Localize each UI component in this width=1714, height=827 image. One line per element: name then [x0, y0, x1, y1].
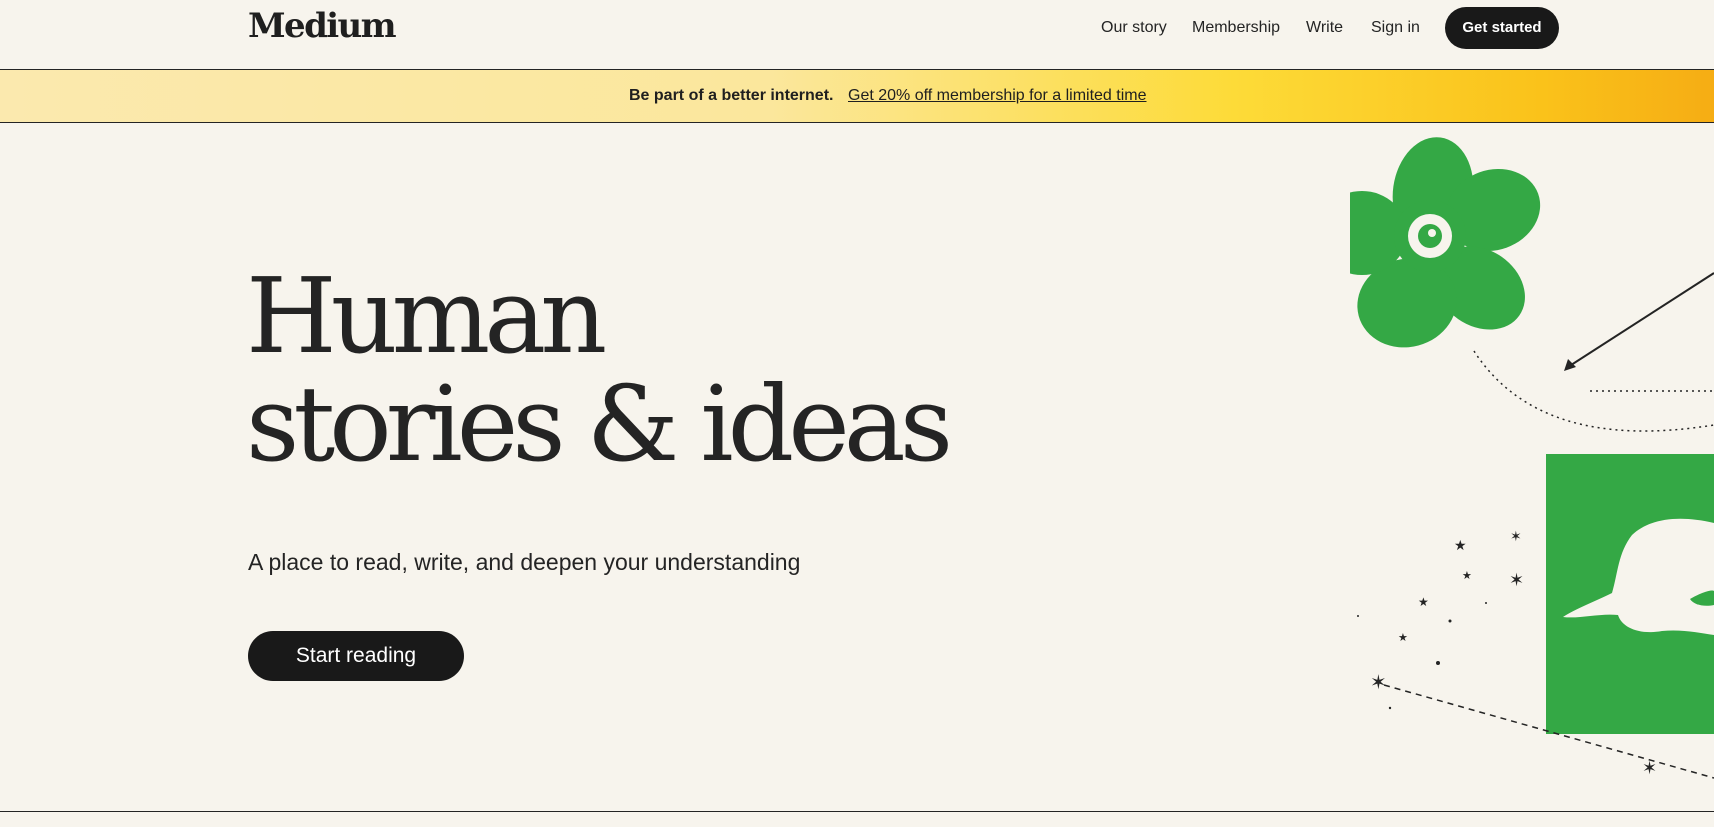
nav-link-membership[interactable]: Membership	[1192, 19, 1280, 37]
banner-text: Be part of a better internet.	[629, 87, 834, 104]
svg-text:✶: ✶	[1642, 758, 1657, 779]
svg-text:✶: ✶	[1510, 529, 1522, 545]
promo-banner: Be part of a better internet. Get 20% of…	[0, 70, 1714, 123]
svg-text:✶: ✶	[1370, 670, 1387, 694]
hero-subtitle: A place to read, write, and deepen your …	[248, 549, 801, 575]
start-reading-button[interactable]: Start reading	[248, 631, 464, 681]
hero-illustration: ★ ✶ ★ ✶ ★ ★ ✶ ✶	[1350, 137, 1714, 779]
membership-offer-link[interactable]: Get 20% off membership for a limited tim…	[848, 87, 1147, 105]
svg-text:★: ★	[1398, 631, 1408, 644]
nav-link-sign-in[interactable]: Sign in	[1371, 19, 1420, 37]
svg-text:★: ★	[1462, 569, 1472, 582]
svg-text:✶: ✶	[1509, 570, 1524, 591]
medium-logo[interactable]: Medium	[248, 6, 397, 46]
nav-link-our-story[interactable]: Our story	[1101, 19, 1167, 37]
hero-title-line-2: stories & ideas	[246, 363, 953, 485]
top-navigation: Medium Our story Membership Write Sign i…	[0, 0, 1714, 70]
get-started-button[interactable]: Get started	[1445, 7, 1559, 49]
svg-text:★: ★	[1418, 595, 1429, 609]
svg-text:★: ★	[1454, 538, 1467, 554]
flower-icon	[1350, 137, 1541, 348]
hero-title-line-1: Human	[246, 255, 607, 377]
hero-title: Human stories & ideas	[246, 255, 953, 485]
nav-link-write[interactable]: Write	[1306, 19, 1343, 37]
footer-divider	[0, 811, 1714, 812]
